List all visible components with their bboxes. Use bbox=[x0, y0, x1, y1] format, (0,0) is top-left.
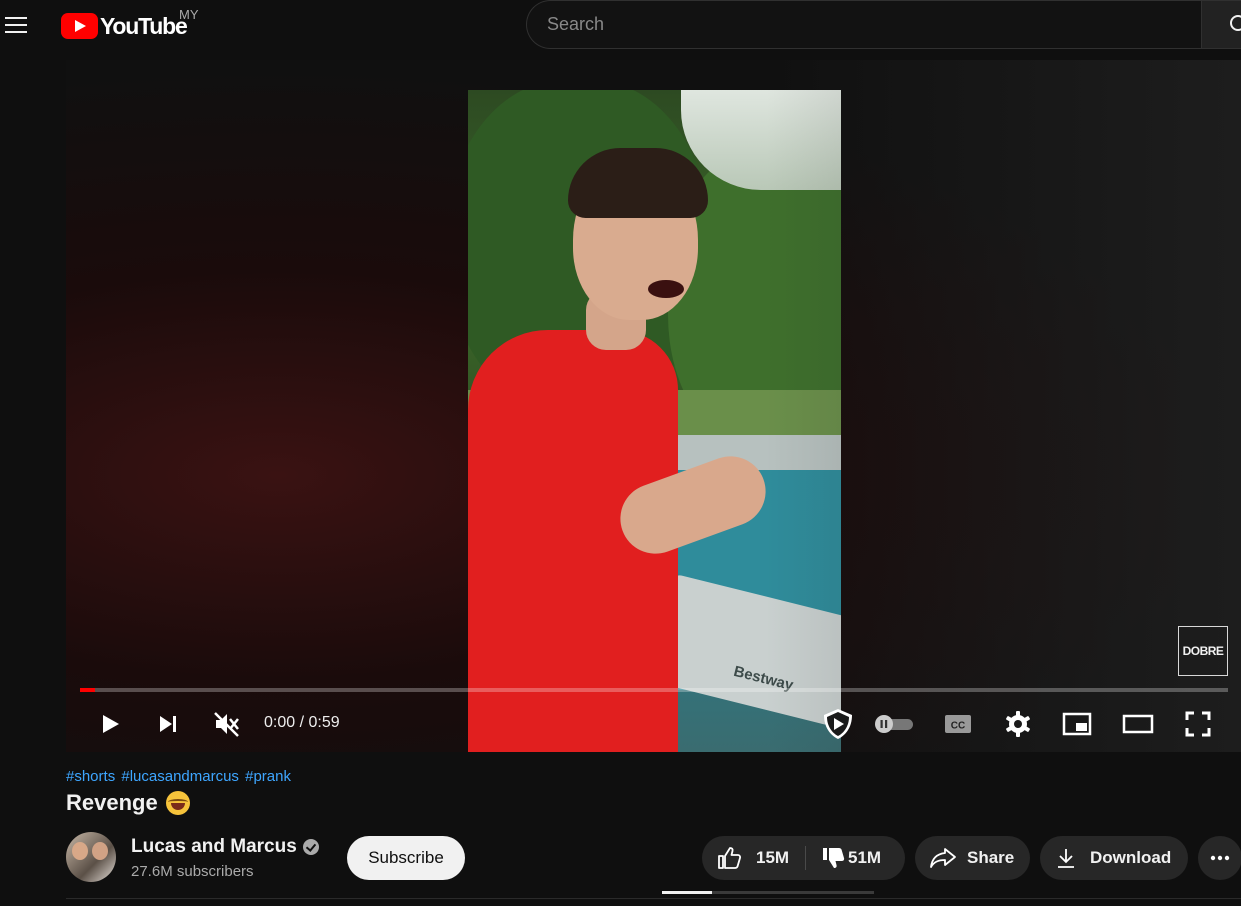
gear-icon bbox=[1006, 711, 1030, 737]
svg-text:CC: CC bbox=[951, 721, 965, 732]
volume-muted-icon bbox=[214, 712, 239, 737]
mute-button[interactable] bbox=[209, 706, 245, 742]
youtube-logo[interactable]: YouTube bbox=[61, 12, 188, 40]
autoplay-toggle[interactable] bbox=[872, 706, 916, 742]
verified-check-icon bbox=[302, 839, 319, 855]
theater-mode-button[interactable] bbox=[1120, 706, 1156, 742]
search-icon bbox=[1230, 15, 1241, 31]
subscribe-button[interactable]: Subscribe bbox=[347, 836, 465, 880]
menu-line bbox=[5, 24, 27, 26]
player-controls: 0:00 / 0:59 CC bbox=[66, 696, 1241, 752]
video-player[interactable]: Bestway DOBRE 0:00 / 0:59 CC bbox=[66, 60, 1241, 752]
search-button[interactable] bbox=[1201, 0, 1241, 49]
cc-icon: CC bbox=[945, 715, 971, 733]
settings-button[interactable] bbox=[1000, 706, 1036, 742]
play-icon bbox=[103, 715, 119, 733]
more-actions-button[interactable] bbox=[1198, 836, 1241, 880]
search-box bbox=[526, 0, 1202, 49]
time-display: 0:00 / 0:59 bbox=[264, 714, 340, 732]
masthead: YouTube MY bbox=[0, 0, 1241, 56]
time-current: 0:00 bbox=[264, 714, 296, 731]
hashtag-list: #shorts #lucasandmarcus #prank bbox=[66, 768, 293, 785]
channel-name-link[interactable]: Lucas and Marcus bbox=[131, 836, 319, 858]
youtube-play-icon bbox=[61, 13, 98, 39]
share-button[interactable]: Share bbox=[915, 836, 1030, 880]
fullscreen-icon bbox=[1185, 711, 1211, 737]
shield-play-icon bbox=[824, 709, 852, 739]
menu-line bbox=[5, 31, 27, 33]
next-icon bbox=[160, 716, 176, 732]
hashtag-link[interactable]: #prank bbox=[245, 768, 291, 785]
rolling-laughing-emoji-icon bbox=[165, 791, 190, 815]
sponsorblock-button[interactable] bbox=[820, 706, 856, 742]
like-dislike-group: 15M 51M bbox=[702, 836, 905, 880]
next-button[interactable] bbox=[150, 706, 186, 742]
autoplay-toggle-icon bbox=[875, 715, 913, 733]
scroll-thumb[interactable] bbox=[662, 891, 712, 894]
hashtag-link[interactable]: #shorts bbox=[66, 768, 115, 785]
horizontal-scroll-indicator bbox=[662, 891, 874, 894]
logo-text: YouTube bbox=[100, 12, 188, 39]
menu-line bbox=[5, 17, 27, 19]
fullscreen-button[interactable] bbox=[1180, 706, 1216, 742]
download-icon bbox=[1058, 849, 1074, 868]
time-duration: 0:59 bbox=[308, 714, 340, 731]
progress-played bbox=[80, 688, 95, 692]
country-code: MY bbox=[179, 7, 199, 22]
channel-watermark[interactable]: DOBRE bbox=[1178, 626, 1228, 676]
thumbs-up-icon bbox=[718, 847, 742, 869]
thumbs-down-icon bbox=[823, 848, 845, 868]
subscriber-count: 27.6M subscribers bbox=[131, 863, 254, 880]
dislike-button[interactable]: 51M bbox=[806, 836, 905, 880]
play-button[interactable] bbox=[92, 706, 128, 742]
miniplayer-button[interactable] bbox=[1059, 706, 1095, 742]
hashtag-link[interactable]: #lucasandmarcus bbox=[121, 768, 239, 785]
download-label: Download bbox=[1090, 848, 1172, 867]
dislike-count: 51M bbox=[848, 848, 882, 867]
video-frame[interactable]: Bestway bbox=[468, 90, 841, 752]
like-count: 15M bbox=[756, 848, 790, 867]
video-title-text: Revenge bbox=[66, 790, 158, 815]
share-label: Share bbox=[967, 848, 1015, 867]
more-horizontal-icon bbox=[1210, 855, 1230, 861]
subtitles-button[interactable]: CC bbox=[940, 706, 976, 742]
search-input[interactable] bbox=[547, 14, 1202, 35]
channel-avatar[interactable] bbox=[66, 832, 116, 882]
channel-row: Lucas and Marcus 27.6M subscribers Subsc… bbox=[66, 832, 1241, 884]
like-button[interactable]: 15M bbox=[702, 836, 804, 880]
video-title: Revenge bbox=[66, 790, 190, 816]
download-button[interactable]: Download bbox=[1040, 836, 1188, 880]
channel-name: Lucas and Marcus bbox=[131, 836, 297, 857]
share-arrow-icon bbox=[930, 848, 956, 868]
theater-icon bbox=[1122, 714, 1154, 734]
video-scene-mouth bbox=[648, 280, 684, 298]
section-divider bbox=[66, 898, 1241, 899]
hamburger-menu-icon[interactable] bbox=[4, 12, 30, 38]
video-scene-hair bbox=[568, 148, 708, 218]
miniplayer-icon bbox=[1062, 712, 1092, 736]
progress-bar[interactable] bbox=[80, 688, 1228, 692]
time-separator: / bbox=[295, 714, 309, 731]
